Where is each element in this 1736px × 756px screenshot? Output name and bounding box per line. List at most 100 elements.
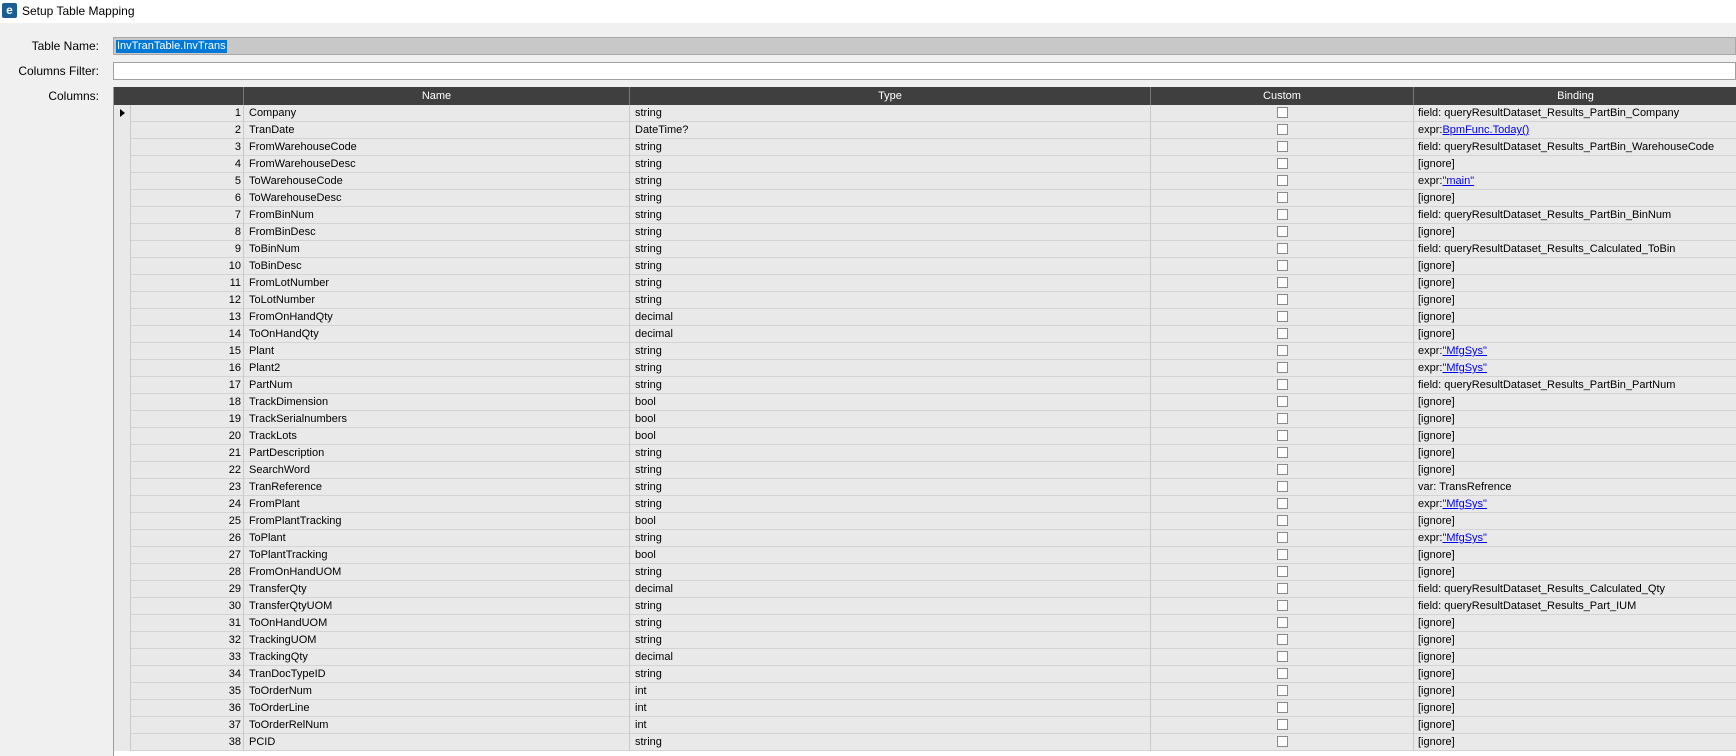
custom-checkbox[interactable] [1277,328,1288,339]
column-name[interactable]: TrackingQty [244,649,630,666]
column-name[interactable]: FromWarehouseDesc [244,156,630,173]
custom-checkbox[interactable] [1277,498,1288,509]
binding-expression-link[interactable]: BpmFunc.Today() [1442,124,1529,136]
column-name[interactable]: FromWarehouseCode [244,139,630,156]
table-row[interactable]: 31 ToOnHandUOM string [ignore] [114,615,1736,632]
table-row[interactable]: 19 TrackSerialnumbers bool [ignore] [114,411,1736,428]
table-row[interactable]: 8 FromBinDesc string [ignore] [114,224,1736,241]
row-indicator[interactable] [114,241,131,258]
binding-cell[interactable]: expr:"MfgSys" [1414,343,1736,360]
row-indicator[interactable] [114,462,131,479]
column-name[interactable]: FromPlant [244,496,630,513]
custom-checkbox[interactable] [1277,464,1288,475]
binding-cell[interactable]: expr:"MfgSys" [1414,360,1736,377]
binding-cell[interactable]: [ignore] [1414,156,1736,173]
binding-cell[interactable]: [ignore] [1414,717,1736,734]
row-indicator[interactable] [114,326,131,343]
binding-cell[interactable]: [ignore] [1414,428,1736,445]
custom-checkbox[interactable] [1277,532,1288,543]
row-indicator[interactable] [114,122,131,139]
custom-checkbox[interactable] [1277,413,1288,424]
binding-cell[interactable]: expr:"main" [1414,173,1736,190]
column-type[interactable]: string [630,734,1151,751]
binding-cell[interactable]: [ignore] [1414,190,1736,207]
custom-checkbox[interactable] [1277,600,1288,611]
row-indicator[interactable] [114,224,131,241]
table-row[interactable]: 38 PCID string [ignore] [114,734,1736,751]
binding-cell[interactable]: field: queryResultDataset_Results_Part_I… [1414,598,1736,615]
column-type[interactable]: string [630,292,1151,309]
table-row[interactable]: 7 FromBinNum string field: queryResultDatas… [114,207,1736,224]
table-row[interactable]: 24 FromPlant string expr:"MfgSys" [114,496,1736,513]
column-type[interactable]: string [630,377,1151,394]
column-name[interactable]: ToOrderNum [244,683,630,700]
row-indicator[interactable] [114,581,131,598]
binding-expression-link[interactable]: "MfgSys" [1442,362,1486,374]
binding-expression-link[interactable]: "MfgSys" [1442,532,1486,544]
table-row[interactable]: 15 Plant string expr:"MfgSys" [114,343,1736,360]
row-indicator[interactable] [114,394,131,411]
column-type[interactable]: bool [630,428,1151,445]
column-type[interactable]: string [630,564,1151,581]
column-name[interactable]: TransferQty [244,581,630,598]
column-type[interactable]: string [630,343,1151,360]
custom-checkbox[interactable] [1277,277,1288,288]
row-indicator[interactable] [114,105,131,122]
row-indicator[interactable] [114,207,131,224]
column-name[interactable]: PCID [244,734,630,751]
table-row[interactable]: 2 TranDate DateTime? expr:BpmFunc.Today() [114,122,1736,139]
custom-checkbox[interactable] [1277,549,1288,560]
column-type[interactable]: string [630,173,1151,190]
column-name[interactable]: FromOnHandUOM [244,564,630,581]
column-name[interactable]: TranDate [244,122,630,139]
table-row[interactable]: 9 ToBinNum string field: queryResultDataset… [114,241,1736,258]
row-indicator[interactable] [114,428,131,445]
binding-expression-link[interactable]: "MfgSys" [1442,345,1486,357]
column-type[interactable]: decimal [630,326,1151,343]
column-type[interactable]: string [630,598,1151,615]
column-type[interactable]: decimal [630,649,1151,666]
column-type[interactable]: bool [630,411,1151,428]
row-indicator[interactable] [114,564,131,581]
table-row[interactable]: 14 ToOnHandQty decimal [ignore] [114,326,1736,343]
column-name[interactable]: FromLotNumber [244,275,630,292]
custom-checkbox[interactable] [1277,311,1288,322]
binding-cell[interactable]: field: queryResultDataset_Results_PartBi… [1414,105,1736,122]
table-row[interactable]: 21 PartDescription string [ignore] [114,445,1736,462]
binding-expression-link[interactable]: "main" [1442,175,1474,187]
binding-cell[interactable]: var: TransRefrence [1414,479,1736,496]
column-type[interactable]: string [630,207,1151,224]
column-type[interactable]: string [630,666,1151,683]
binding-cell[interactable]: [ignore] [1414,615,1736,632]
column-type[interactable]: int [630,700,1151,717]
column-type[interactable]: string [630,241,1151,258]
column-name[interactable]: SearchWord [244,462,630,479]
custom-checkbox[interactable] [1277,124,1288,135]
column-name[interactable]: ToLotNumber [244,292,630,309]
row-indicator[interactable] [114,734,131,751]
table-row[interactable]: 27 ToPlantTracking bool [ignore] [114,547,1736,564]
binding-cell[interactable]: [ignore] [1414,258,1736,275]
column-name[interactable]: FromBinNum [244,207,630,224]
row-indicator[interactable] [114,360,131,377]
column-name[interactable]: TranDocTypeID [244,666,630,683]
column-name[interactable]: Company [244,105,630,122]
row-indicator[interactable] [114,479,131,496]
row-indicator[interactable] [114,530,131,547]
table-row[interactable]: 12 ToLotNumber string [ignore] [114,292,1736,309]
table-row[interactable]: 13 FromOnHandQty decimal [ignore] [114,309,1736,326]
binding-cell[interactable]: [ignore] [1414,224,1736,241]
table-name-value[interactable]: InvTranTable.InvTrans [116,40,227,53]
custom-checkbox[interactable] [1277,515,1288,526]
binding-cell[interactable]: [ignore] [1414,683,1736,700]
column-type[interactable]: string [630,258,1151,275]
binding-cell[interactable]: field: queryResultDataset_Results_PartBi… [1414,139,1736,156]
binding-cell[interactable]: [ignore] [1414,547,1736,564]
table-row[interactable]: 20 TrackLots bool [ignore] [114,428,1736,445]
row-indicator[interactable] [114,411,131,428]
header-row-selector[interactable] [114,87,244,105]
column-name[interactable]: ToOnHandUOM [244,615,630,632]
custom-checkbox[interactable] [1277,294,1288,305]
binding-cell[interactable]: [ignore] [1414,394,1736,411]
row-indicator[interactable] [114,190,131,207]
